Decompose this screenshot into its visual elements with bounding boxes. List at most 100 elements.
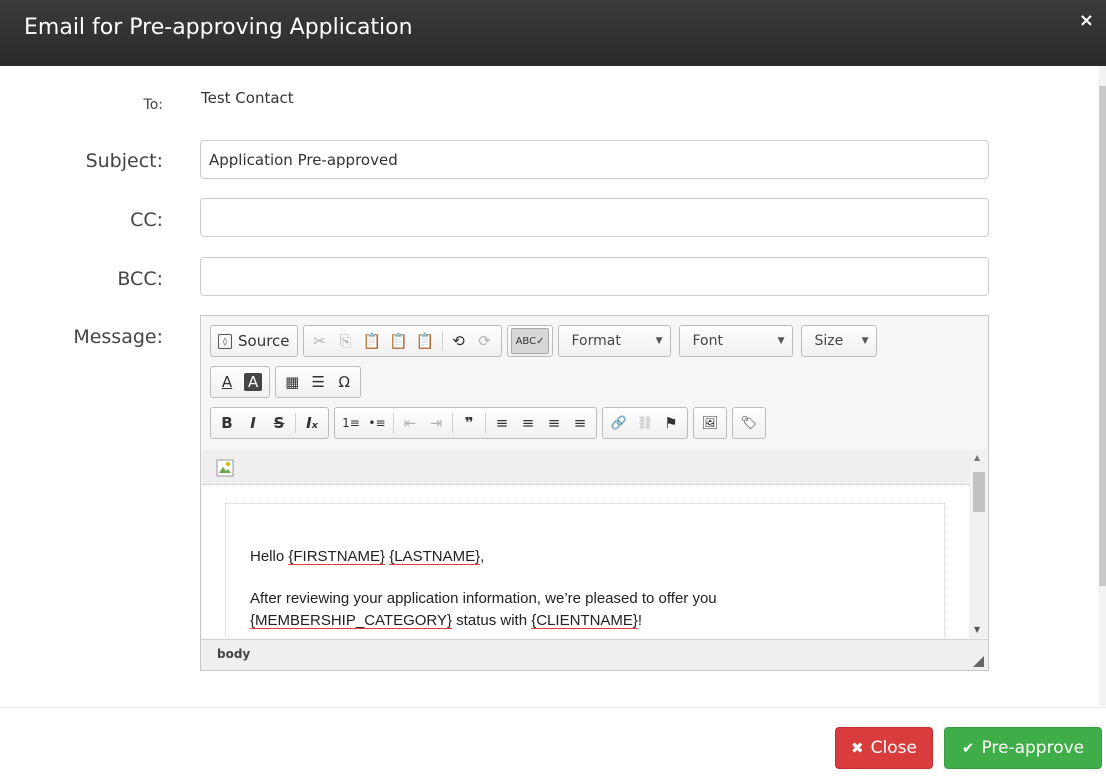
- pre-approve-button-label: Pre-approve: [981, 738, 1085, 758]
- numbered-list-icon[interactable]: 1≡: [338, 410, 364, 436]
- table-icon[interactable]: ▦: [279, 369, 305, 395]
- separator: [393, 413, 394, 433]
- body-line-2: {MEMBERSHIP_CATEGORY} status with {CLIEN…: [250, 610, 642, 632]
- membership-placeholder: {MEMBERSHIP_CATEGORY}: [250, 612, 453, 629]
- insert-group: ▦ ☰ Ω: [275, 366, 362, 398]
- spellcheck-group: ABC✓: [506, 325, 554, 357]
- cut-icon[interactable]: ✂: [307, 328, 333, 354]
- format-dropdown[interactable]: Format ▼: [558, 325, 672, 357]
- paste-word-icon[interactable]: 📋: [412, 328, 439, 354]
- close-x-icon: ✖: [851, 739, 864, 757]
- bcc-input[interactable]: [200, 257, 989, 296]
- pre-approve-button[interactable]: ✔ Pre-approve: [944, 727, 1102, 769]
- scroll-up-icon[interactable]: ▲: [974, 453, 980, 462]
- source-button[interactable]: ◊ Source: [214, 328, 294, 354]
- subject-input[interactable]: [200, 140, 989, 179]
- to-label: To:: [143, 97, 163, 113]
- close-button[interactable]: ✖ Close: [835, 727, 933, 769]
- editor-scrollbar[interactable]: ▲ ▼: [969, 450, 988, 638]
- broken-image-icon: [216, 459, 234, 477]
- editor-status-bar: body: [201, 639, 988, 670]
- body-line-1: After reviewing your application informa…: [250, 590, 717, 607]
- undo-icon[interactable]: ⟲: [446, 328, 472, 354]
- separator: [485, 413, 486, 433]
- footer-divider: [0, 707, 1106, 708]
- to-value: Test Contact: [201, 89, 294, 107]
- source-icon: ◊: [218, 333, 232, 349]
- lastname-placeholder: {LASTNAME}: [389, 548, 481, 565]
- toolbar-row-2: A A ▦ ☰ Ω: [210, 366, 366, 398]
- links-group: 🔗 ⛓ ⚑: [602, 407, 688, 439]
- font-label: Font: [692, 333, 723, 349]
- align-center-icon[interactable]: ≡: [515, 410, 541, 436]
- close-icon[interactable]: ×: [1079, 10, 1094, 31]
- tag-icon[interactable]: 🏷: [736, 410, 762, 436]
- message-label: Message:: [73, 326, 163, 348]
- strikethrough-icon[interactable]: S: [266, 410, 292, 436]
- redo-icon[interactable]: ⟳: [472, 328, 498, 354]
- toolbar-row-3: B I S Iₓ 1≡ •≡ ⇤ ⇥ ❞ ≡ ≡ ≡ ≡ 🔗 ⛓ ⚑ 🖼 🏷: [210, 407, 771, 439]
- element-path[interactable]: body: [217, 647, 250, 661]
- greeting-line: Hello {FIRSTNAME} {LASTNAME},: [250, 546, 484, 568]
- greeting-suffix: ,: [480, 548, 485, 565]
- editor-content[interactable]: Hello {FIRSTNAME} {LASTNAME}, After revi…: [202, 450, 969, 638]
- bcc-label: BCC:: [117, 268, 163, 290]
- firstname-placeholder: {FIRSTNAME}: [288, 548, 386, 565]
- basic-styles-group: B I S Iₓ: [210, 407, 329, 439]
- checkmark-icon: ✔: [961, 739, 975, 757]
- source-group: ◊ Source: [210, 325, 298, 357]
- horizontal-line-icon[interactable]: ☰: [305, 369, 331, 395]
- unlink-icon[interactable]: ⛓: [632, 410, 658, 436]
- spellcheck-icon[interactable]: ABC✓: [510, 328, 550, 354]
- link-icon[interactable]: 🔗: [606, 410, 632, 436]
- chevron-down-icon: ▼: [861, 336, 869, 346]
- size-dropdown[interactable]: Size ▼: [801, 325, 878, 357]
- cc-label: CC:: [130, 209, 163, 231]
- modal-title: Email for Pre-approving Application: [24, 15, 413, 40]
- image-icon[interactable]: 🖼: [697, 410, 723, 436]
- clientname-placeholder: {CLIENTNAME}: [531, 612, 638, 629]
- scroll-down-icon[interactable]: ▼: [974, 625, 980, 634]
- clipboard-group: ✂ ⎘ 📋 📋 📋 ⟲ ⟳: [302, 325, 502, 357]
- paste-icon[interactable]: 📋: [359, 328, 386, 354]
- blockquote-icon[interactable]: ❞: [456, 410, 482, 436]
- bg-color-icon[interactable]: A: [244, 373, 263, 391]
- format-label: Format: [571, 333, 621, 349]
- justify-icon[interactable]: ≡: [567, 410, 593, 436]
- anchor-icon[interactable]: ⚑: [658, 410, 684, 436]
- header-image-area: [202, 450, 969, 485]
- paste-text-icon[interactable]: 📋: [385, 328, 412, 354]
- source-label: Source: [238, 332, 290, 350]
- color-group: A A: [210, 366, 271, 398]
- editor-scrollbar-thumb[interactable]: [973, 472, 985, 512]
- tag-group: 🏷: [732, 407, 766, 439]
- modal-scrollbar-thumb[interactable]: [1099, 86, 1106, 586]
- greeting-prefix: Hello: [250, 548, 289, 565]
- italic-icon[interactable]: I: [240, 410, 266, 436]
- outdent-icon[interactable]: ⇤: [397, 410, 423, 436]
- remove-format-icon[interactable]: Iₓ: [299, 410, 325, 436]
- close-button-label: Close: [870, 738, 917, 758]
- toolbar-row-1: ◊ Source ✂ ⎘ 📋 📋 📋 ⟲ ⟳ ABC✓ Format ▼ Fon…: [210, 325, 885, 357]
- separator: [295, 413, 296, 433]
- bulleted-list-icon[interactable]: •≡: [364, 410, 390, 436]
- cc-input[interactable]: [200, 198, 989, 237]
- paragraph-group: 1≡ •≡ ⇤ ⇥ ❞ ≡ ≡ ≡ ≡: [334, 407, 597, 439]
- ending-text: !: [637, 612, 643, 629]
- copy-icon[interactable]: ⎘: [333, 328, 359, 354]
- modal-header: Email for Pre-approving Application ×: [0, 0, 1106, 66]
- font-dropdown[interactable]: Font ▼: [679, 325, 794, 357]
- rich-text-editor: ◊ Source ✂ ⎘ 📋 📋 📋 ⟲ ⟳ ABC✓ Format ▼ Fon…: [200, 315, 989, 671]
- bold-icon[interactable]: B: [214, 410, 240, 436]
- status-with-text: status with: [452, 612, 532, 629]
- special-character-icon[interactable]: Ω: [331, 369, 357, 395]
- align-right-icon[interactable]: ≡: [541, 410, 567, 436]
- size-label: Size: [814, 333, 844, 349]
- subject-label: Subject:: [85, 150, 163, 172]
- resize-handle-icon[interactable]: [973, 656, 984, 667]
- text-color-icon[interactable]: A: [214, 369, 240, 395]
- chevron-down-icon: ▼: [655, 336, 663, 346]
- email-body[interactable]: Hello {FIRSTNAME} {LASTNAME}, After revi…: [225, 503, 945, 638]
- indent-icon[interactable]: ⇥: [423, 410, 449, 436]
- align-left-icon[interactable]: ≡: [489, 410, 515, 436]
